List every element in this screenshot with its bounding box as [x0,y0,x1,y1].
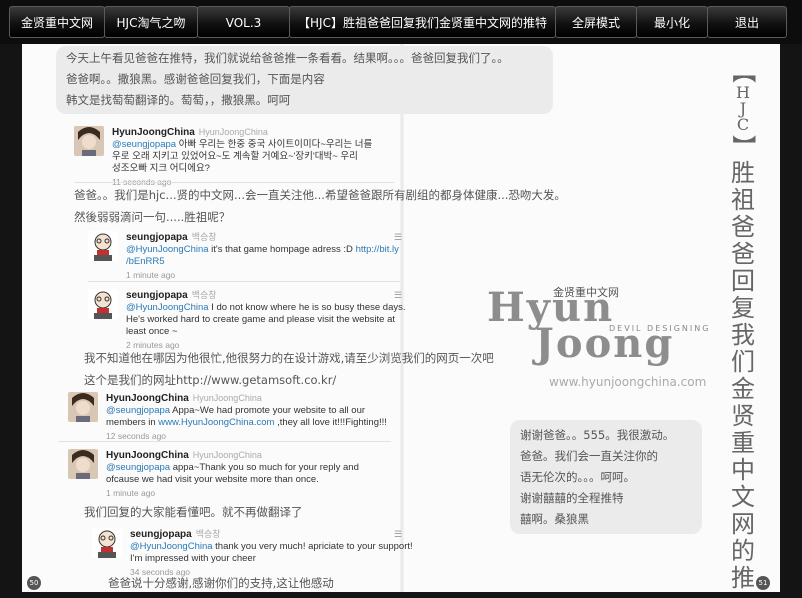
intro-line: 今天上午看见爸爸在推特，我们就说给爸爸推一条看看。结果啊。。。爸爸回复我们了。。 [66,51,509,65]
tweet-mention[interactable]: @HyunJoongChina [126,244,209,255]
vertical-title-char: 网 [731,510,755,538]
vertical-title-char: 胜 [731,159,755,187]
vertical-title-char: 金 [731,375,755,403]
divider [74,182,394,183]
vertical-title-char: 中 [731,456,755,484]
reply-icon[interactable]: ☰ [394,231,402,243]
reply-icon[interactable]: ☰ [394,289,402,301]
avatar-icon [68,392,98,422]
tweet-text: 우로 오래 지키고 있었어요~도 계속할 거예요~'장키'대박~ 우리 [112,151,358,162]
tweet-text: least once ~ [126,326,178,337]
avatar-icon [88,289,118,319]
tweet-author[interactable]: HyunJoongChina [106,393,189,404]
site-name-tab[interactable]: 金贤重中文网 [9,6,105,38]
tweet-link[interactable]: www.HyunJoongChina.com [158,417,274,428]
tweet-author[interactable]: HyunJoongChina [112,127,195,138]
tweet-author[interactable]: seungjopapa [126,232,188,243]
divider [88,281,400,282]
tweet-text: members in [106,417,159,428]
vertical-title-char: 爸 [731,213,755,241]
vertical-article-title: 【HJC】胜祖爸爸回复我们金贤重中文网的推特 [726,58,760,593]
tweet-text: I do not know where he is so busy these … [208,302,406,313]
tweet-handle: HyunJoongChina [198,127,268,137]
tweet-mention[interactable]: @seungjopapa [106,405,170,416]
vertical-title-char: 】 [729,134,758,159]
tweet-text: I'm impressed with your cheer [130,553,256,564]
tweet-link[interactable]: http://bit.ly [356,244,399,255]
comment-line: 爸爸说十分感谢,感谢你们的支持,这让他感动 [108,576,334,590]
note-line: 囍啊。桑狼黑 [520,512,589,526]
logo-subtitle: DEVIL DESIGNING [609,324,711,333]
comment-line: 我不知道他在哪因为他很忙,他很努力的在设计游戏,请至少浏览我们的网页一次吧 [84,351,494,365]
tweet-text: He's worked hard to create game and plea… [126,314,396,325]
tweet-mention[interactable]: @HyunJoongChina [130,541,213,552]
note-line: 爸爸。我们会一直关注你的 [520,449,658,463]
tweet-text: 성조오빠 지크 어디에요? [112,163,210,174]
tweet-text: 아빠 우리는 한중 중국 사이트이미다~우리는 너를 [176,139,373,150]
comment-line: 爸爸。。我们是hjc...贤的中文网...会一直关注他...希望爸爸跟所有剧组的… [74,188,566,202]
fullscreen-button[interactable]: 全屏模式 [555,6,637,38]
vertical-title-char: 复 [731,294,755,322]
divider [58,441,391,442]
note-line: 谢谢爸爸。。555。我很激动。 [520,428,675,442]
exit-button[interactable]: 退出 [707,6,787,38]
tweet-author[interactable]: seungjopapa [130,529,192,540]
tweet-text: Appa~We had promote your website to all … [170,405,366,416]
vertical-title-char: 爸 [731,240,755,268]
avatar-icon [68,449,98,479]
vertical-title-char: 回 [731,267,755,295]
tweet-mention[interactable]: @seungjopapa [106,462,170,473]
reply-icon[interactable]: ☰ [394,528,402,540]
logo-url[interactable]: www.hyunjoongchina.com [549,375,706,389]
avatar-icon [92,528,122,558]
tweet-text: appa~Thank you so much for your reply an… [170,462,359,473]
vertical-title-char: 祖 [731,186,755,214]
tweet-handle: HyunJoongChina [192,450,262,460]
comment-line: 然後弱弱滴问一句.....胜祖呢？ [74,210,231,224]
tweet-author[interactable]: seungjopapa [126,290,188,301]
tweet-text: ,they all love it!!!Fighting!!! [274,417,387,428]
tweet-handle: 백승창 [195,529,221,539]
magazine-spread[interactable]: 今天上午看见爸爸在推特，我们就说给爸爸推一条看看。结果啊。。。爸爸回复我们了。。… [22,44,780,592]
vertical-title-char: 重 [731,429,755,457]
tweet-mention[interactable]: @HyunJoongChina [126,302,209,313]
hyunjoong-logo: 金贤重中文网 Hyun Joong DEVIL DESIGNING www.hy… [487,280,717,390]
tweet-handle: 백승창 [191,290,217,300]
tweet-link[interactable]: /bEnRR5 [126,256,399,268]
vertical-title-char: 文 [731,483,755,511]
tweet-timestamp: 1 minute ago [106,488,156,498]
tweet-mention[interactable]: @seungjopapa [112,139,176,150]
note-line: 语无伦次的。。。呵呵。 [520,470,635,484]
reader-toolbar: 金贤重中文网 HJC淘气之吻 VOL.3 【HJC】胜祖爸爸回复我们金贤重中文网… [0,0,802,44]
tweet-text: ofcause we had visit your website more t… [106,474,319,485]
avatar-icon [88,231,118,261]
volume-tab[interactable]: VOL.3 [197,6,290,38]
vertical-title-char: 们 [731,348,755,376]
intro-line: 韩文是找萄萄翻译的。萄萄，，撒狼黑。呵呵 [66,93,291,107]
comment-line: 我们回复的大家能看懂吧。就不再做翻译了 [84,505,303,519]
intro-line: 爸爸啊。。撒狼黑。感谢爸爸回复我们，下面是内容 [66,72,325,86]
vertical-title-char: 贤 [731,402,755,430]
tweet-handle: HyunJoongChina [192,393,262,403]
tweet-timestamp: 1 minute ago [126,270,176,280]
article-title-tab[interactable]: 【HJC】胜祖爸爸回复我们金贤重中文网的推特 [289,6,556,38]
note-line: 谢谢囍囍的全程推特 [520,491,624,505]
tweet-handle: 백승창 [191,232,217,242]
tweet-text: it's that game hompage adress :D [208,244,356,255]
column-tab[interactable]: HJC淘气之吻 [104,6,198,38]
vertical-title-char: 【 [729,59,758,84]
vertical-title-char: 推 [731,564,755,592]
comment-line: 这个是我们的网址http://www.getamsoft.co.kr/ [84,373,337,387]
page-number-left: 50 [27,576,41,590]
intro-bubble: 今天上午看见爸爸在推特，我们就说给爸爸推一条看看。结果啊。。。爸爸回复我们了。。… [56,46,553,114]
tweet-text: thank you very much! apriciate to your s… [212,541,413,552]
vertical-title-char: 的 [731,537,755,565]
avatar-icon [74,126,104,156]
note-bubble: 谢谢爸爸。。555。我很激动。 爸爸。我们会一直关注你的 语无伦次的。。。呵呵。… [510,420,702,534]
page-number-right: 51 [756,576,770,590]
vertical-title-char: 我 [731,321,755,349]
minimize-button[interactable]: 最小化 [636,6,708,38]
tweet-author[interactable]: HyunJoongChina [106,450,189,461]
